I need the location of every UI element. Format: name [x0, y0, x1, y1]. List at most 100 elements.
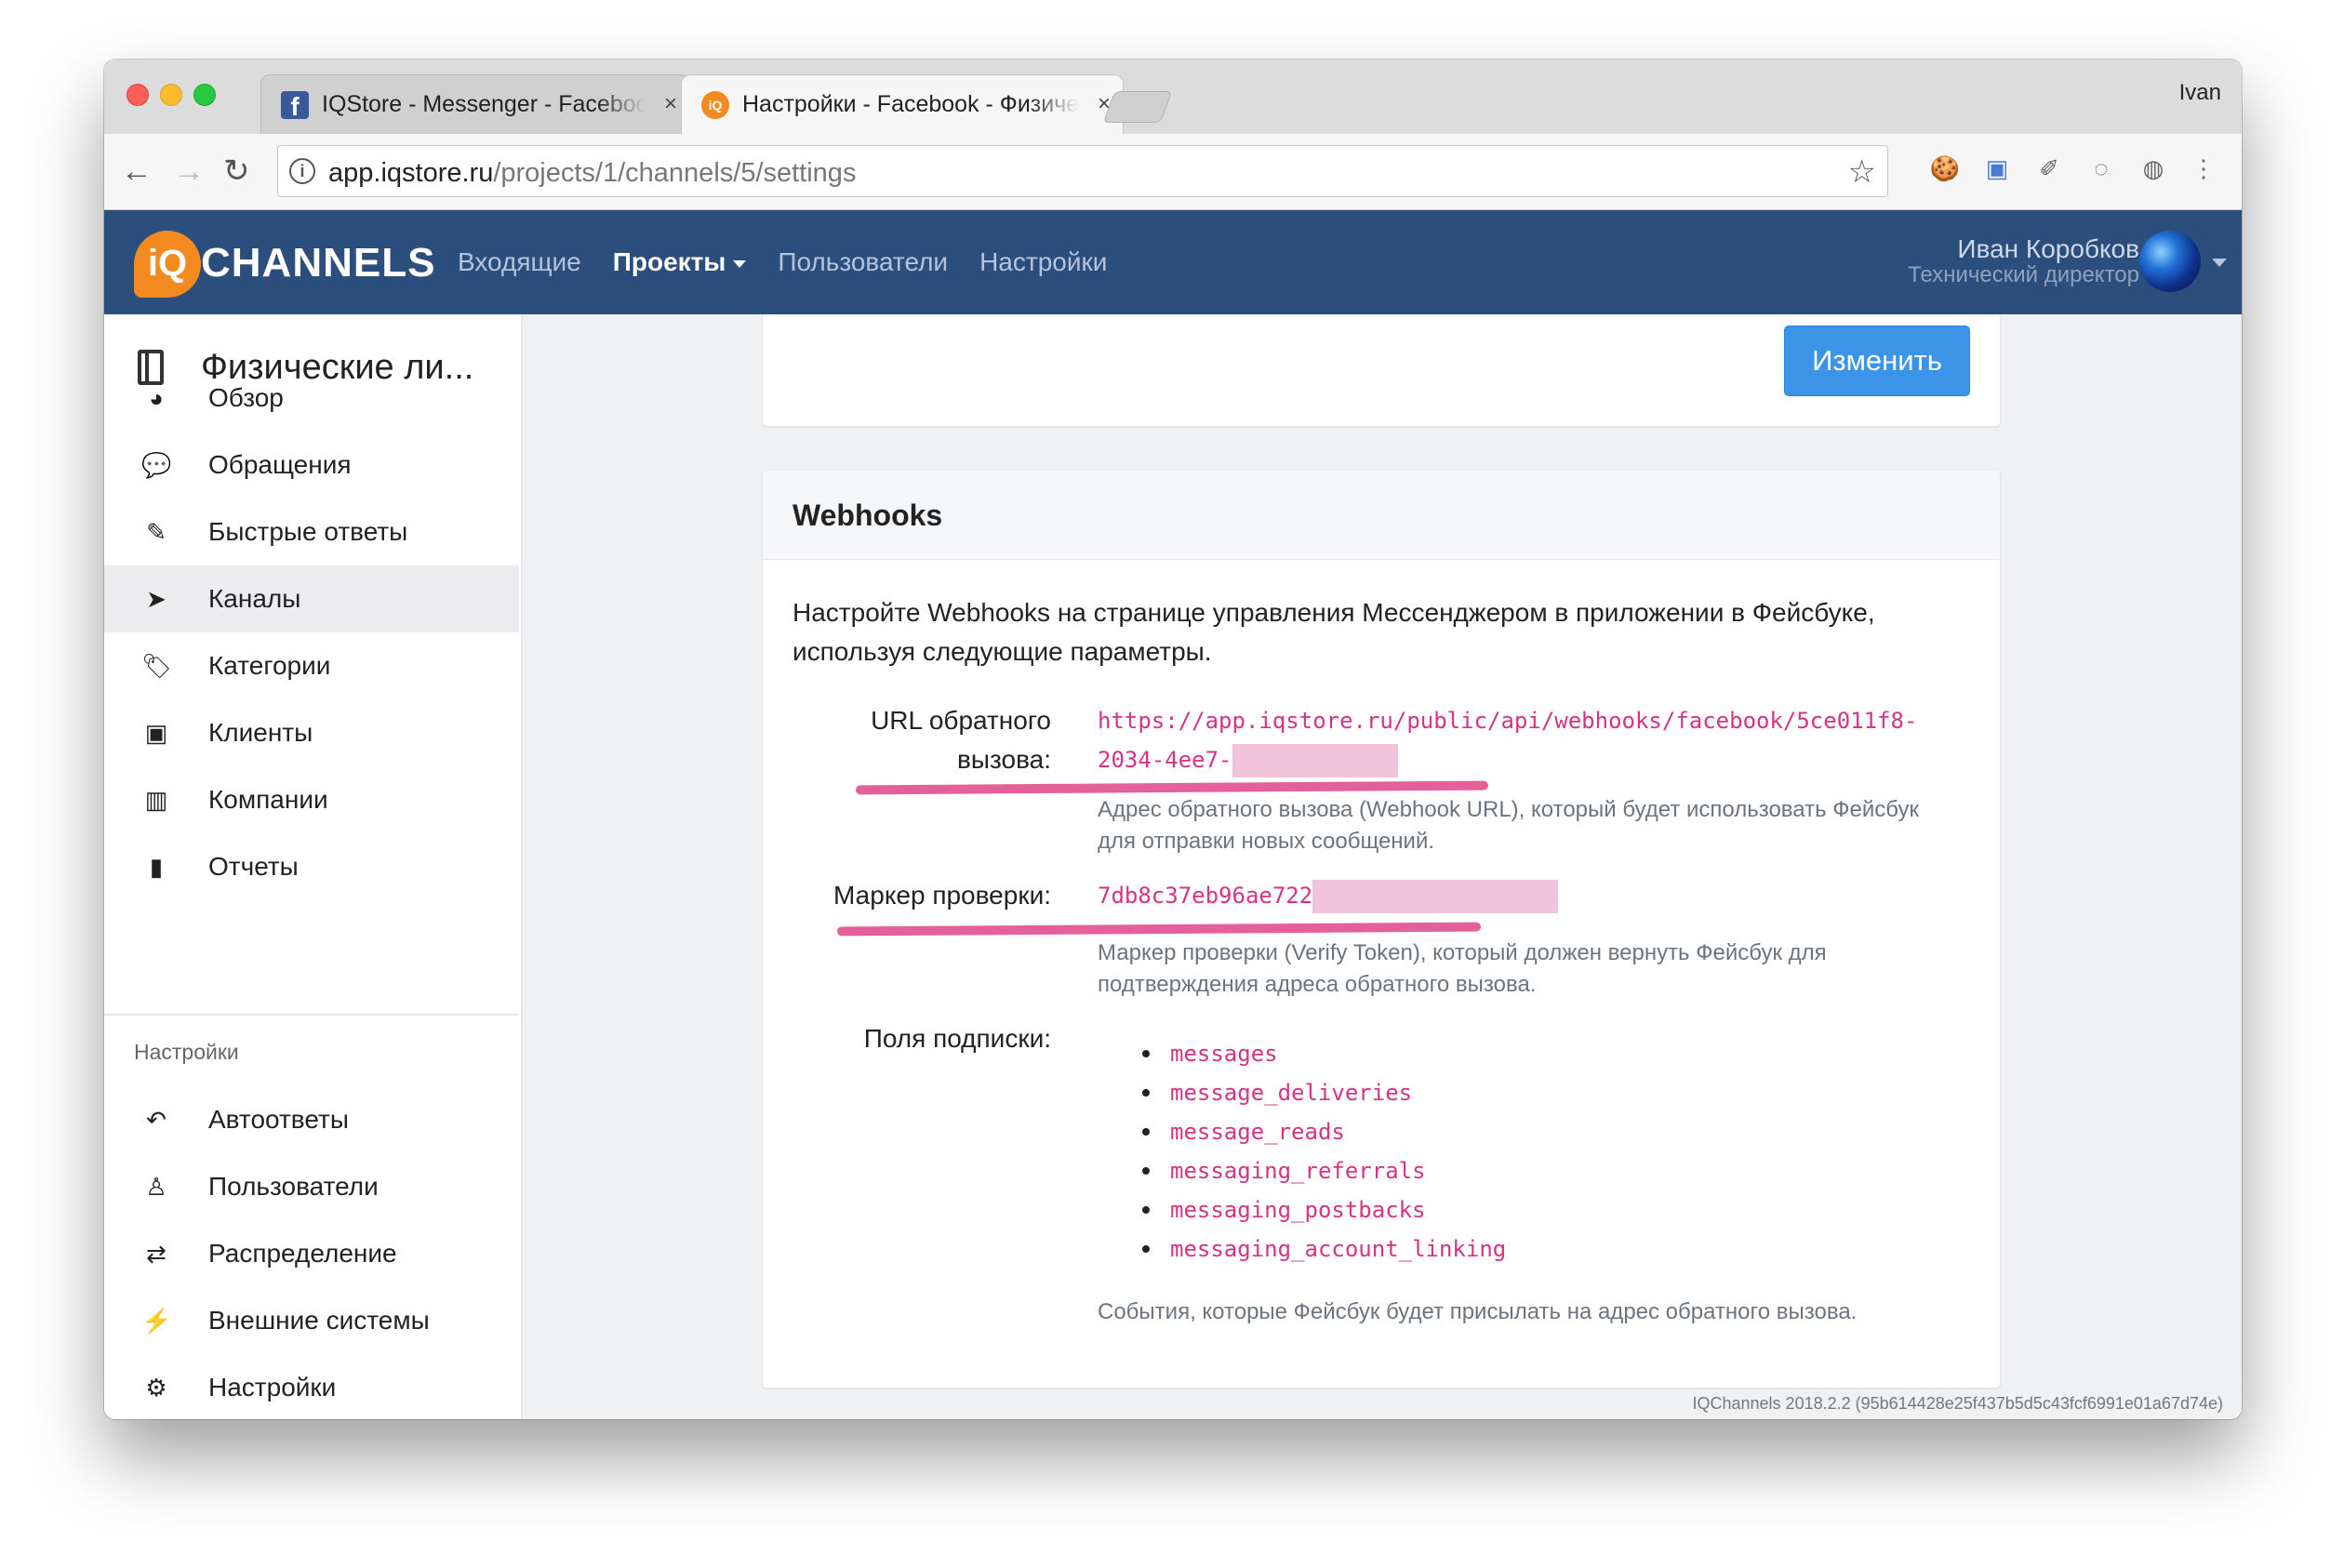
sidebar-item-channels[interactable]: ➤ Каналы [104, 565, 519, 632]
avatar[interactable] [2139, 231, 2201, 292]
browser-window: f IQStore - Messenger - Facebook × iQ На… [104, 60, 2242, 1419]
tab-title: IQStore - Messenger - Facebook [322, 91, 646, 117]
card-title: Webhooks [792, 498, 943, 532]
tab-messenger[interactable]: f IQStore - Messenger - Facebook × [260, 74, 690, 134]
verify-token-help: Маркер проверки (Verify Token), который … [1098, 940, 1827, 997]
sidebar-item-label: Распределение [208, 1239, 397, 1268]
sidebar-item-label: Внешние системы [208, 1306, 430, 1335]
sidebar-item-label: Каналы [208, 584, 301, 613]
highlight-underline [836, 922, 1482, 937]
verify-token-label: Маркер проверки: [833, 881, 1051, 910]
brand-text: CHANNELS [201, 240, 436, 286]
new-tab-button[interactable] [1102, 91, 1173, 123]
sidebar-divider [104, 1014, 519, 1016]
brand-mark: iQ [134, 231, 201, 298]
user-name: Иван Коробков [1957, 234, 2139, 263]
subscription-fields-list: messages message_deliveries message_read… [1098, 1034, 1506, 1269]
sidebar-item-conversations[interactable]: 💬 Обращения [104, 432, 519, 498]
plug-icon: ⚡ [141, 1307, 172, 1335]
verify-token-value[interactable]: 7db8c37eb96ae722 [1098, 876, 1559, 915]
sidebar-item-users[interactable]: ♙ Пользователи [104, 1153, 519, 1220]
sidebar-item-settings[interactable]: ⚙ Настройки [104, 1354, 519, 1419]
code-icon[interactable]: ◌ [2085, 153, 2117, 184]
forward-arrow-icon[interactable]: → [173, 153, 205, 190]
cookie-icon[interactable]: 🍪 [1929, 153, 1961, 184]
sidebar-item-label: Обращения [208, 450, 352, 479]
contact-card-icon: ▣ [144, 719, 168, 747]
bookmark-star-icon[interactable]: ☆ [1848, 153, 1876, 191]
browser-toolbar: ← → ↻ i app.iqstore.ru/projects/1/channe… [104, 134, 2242, 210]
reply-all-icon: ↶ [146, 1106, 166, 1134]
url-text[interactable]: app.iqstore.ru/projects/1/channels/5/set… [328, 158, 856, 189]
bar-chart-icon: ▮ [149, 853, 164, 881]
back-arrow-icon[interactable]: ← [121, 153, 153, 190]
profile-name[interactable]: Ivan [2179, 80, 2221, 106]
list-item: messaging_postbacks [1098, 1190, 1506, 1229]
list-item: messaging_account_linking [1098, 1229, 1506, 1269]
sidebar-section-title: Настройки [134, 1040, 239, 1064]
menu-inbox[interactable]: Входящие [458, 247, 581, 277]
callback-url-help: Адрес обратного вызова (Webhook URL), ко… [1098, 797, 1919, 854]
reload-icon[interactable]: ↻ [223, 153, 250, 190]
redacted-block [1232, 744, 1398, 777]
iqchannels-icon: iQ [701, 91, 729, 119]
dashboard-icon: ◕ [149, 384, 164, 412]
edit-icon: ✎ [146, 518, 166, 546]
sidebar-item-label: Автоответы [208, 1105, 349, 1134]
main-menu: Входящие Проекты Пользователи Настройки [458, 210, 1107, 314]
user-role: Технический директор [1908, 262, 2139, 287]
menu-projects[interactable]: Проекты [613, 247, 747, 277]
highlight-underline [855, 780, 1489, 795]
sidebar-item-reports[interactable]: ▮ Отчеты [104, 833, 519, 900]
callback-url-label: URL обратного вызова: [871, 706, 1051, 774]
channel-settings-card: Изменить [763, 314, 2000, 426]
gear-icon: ⚙ [145, 1374, 167, 1402]
sidebar-item-quick-replies[interactable]: ✎ Быстрые ответы [104, 498, 519, 565]
sidebar-item-autoreplies[interactable]: ↶ Автоответы [104, 1086, 519, 1153]
app-header: iQ CHANNELS Входящие Проекты Пользовател… [104, 210, 2242, 314]
subscription-fields-label: Поля подписки: [863, 1024, 1051, 1053]
sidebar-item-overview[interactable]: ◕ Обзор [104, 365, 519, 432]
exchange-icon: ⇄ [146, 1240, 166, 1268]
facebook-icon: f [281, 91, 309, 121]
globe-icon[interactable]: ◍ [2138, 153, 2169, 184]
sidebar-item-distribution[interactable]: ⇄ Распределение [104, 1220, 519, 1287]
sidebar-item-companies[interactable]: ▥ Компании [104, 766, 519, 833]
close-window-button[interactable] [127, 84, 149, 106]
close-tab-icon[interactable]: × [664, 74, 677, 134]
redacted-block [1312, 880, 1559, 913]
sidebar-item-label: Категории [208, 651, 331, 680]
translate-icon[interactable]: ▣ [1981, 153, 2013, 184]
address-bar[interactable]: i app.iqstore.ru/projects/1/channels/5/s… [277, 145, 1888, 197]
user-icon: ♙ [145, 1173, 167, 1201]
subscription-fields-help: События, которые Фейсбук будет присылать… [1098, 1299, 1858, 1324]
webhooks-card: Webhooks Настройте Webhooks на странице … [763, 471, 2000, 1388]
menu-users[interactable]: Пользователи [778, 247, 948, 277]
more-icon[interactable]: ⋮ [2188, 153, 2219, 184]
sidebar-item-external-systems[interactable]: ⚡ Внешние системы [104, 1287, 519, 1354]
tab-strip: f IQStore - Messenger - Facebook × iQ На… [104, 60, 2242, 134]
tab-settings[interactable]: iQ Настройки - Facebook - Физические лиц… [681, 74, 1124, 134]
sidebar: Физические ли... ◕ Обзор 💬 Обращения ✎ Б… [104, 314, 523, 1419]
minimize-window-button[interactable] [160, 84, 182, 106]
info-icon[interactable]: i [289, 158, 315, 184]
menu-settings[interactable]: Настройки [979, 247, 1107, 277]
sidebar-item-label: Быстрые ответы [208, 517, 408, 546]
list-item: messaging_referrals [1098, 1151, 1506, 1190]
building-icon: ▥ [144, 786, 168, 814]
list-item: messages [1098, 1034, 1506, 1073]
main-content: Изменить Webhooks Настройте Webhooks на … [523, 314, 2242, 1419]
list-item: message_deliveries [1098, 1073, 1506, 1112]
webhooks-intro: Настройте Webhooks на странице управлени… [792, 598, 1875, 666]
notes-icon[interactable]: ✐ [2033, 153, 2065, 184]
sidebar-item-categories[interactable]: 🏷 Категории [104, 632, 519, 699]
callback-url-value[interactable]: https://app.iqstore.ru/public/api/webhoo… [1098, 701, 1991, 779]
edit-button[interactable]: Изменить [1784, 326, 1970, 396]
sidebar-item-label: Клиенты [208, 718, 313, 747]
chevron-down-icon[interactable] [2212, 259, 2227, 267]
zoom-window-button[interactable] [193, 84, 216, 106]
user-menu[interactable]: Иван Коробков Технический директор [1908, 234, 2139, 288]
sidebar-item-label: Пользователи [208, 1172, 379, 1201]
sidebar-item-label: Отчеты [208, 852, 299, 881]
sidebar-item-clients[interactable]: ▣ Клиенты [104, 699, 519, 766]
